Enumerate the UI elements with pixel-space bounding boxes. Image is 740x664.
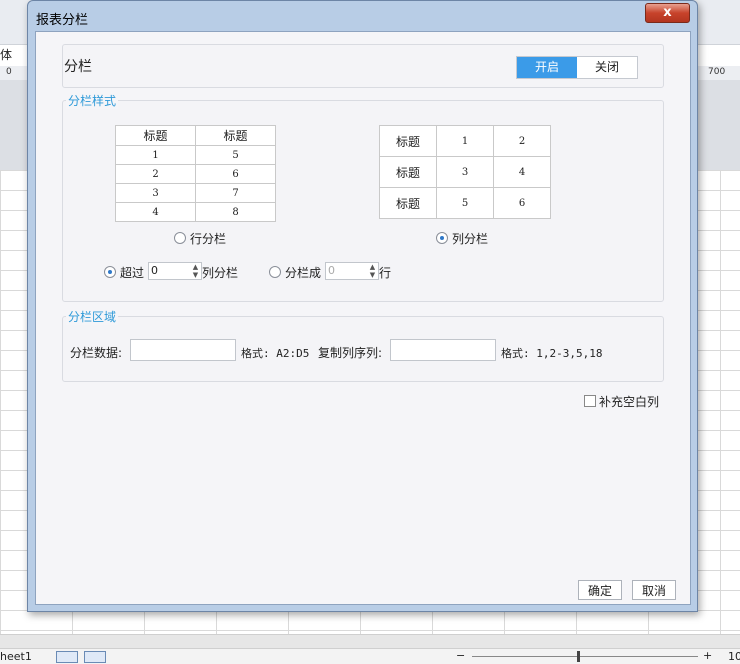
column-break-radio[interactable] — [436, 232, 448, 244]
status-bar: heet1 − + 10 — [0, 648, 740, 664]
stepper-arrows-icon[interactable]: ▲ ▼ — [190, 263, 201, 279]
split-label: 分栏成 — [285, 266, 322, 280]
ruler-label-start: 0 — [6, 67, 12, 77]
exceed-stepper-value: 0 — [151, 264, 158, 277]
preview-header-cell: 标题 — [379, 187, 437, 219]
exceed-label: 超过 — [120, 266, 145, 280]
preview-cell: 2 — [115, 164, 196, 184]
row-break-radio[interactable] — [174, 232, 186, 244]
column-break-preview: 标题 1 2 标题 3 4 标题 5 6 — [379, 125, 551, 219]
preview-header-cell: 标题 — [115, 125, 196, 146]
column-break-label: 分栏 — [64, 59, 92, 75]
preview-cell: 8 — [195, 202, 276, 222]
dialog-titlebar[interactable]: 报表分栏 x — [28, 1, 697, 31]
copy-columns-input[interactable] — [390, 339, 496, 361]
preview-cell: 5 — [436, 187, 494, 219]
exceed-radio[interactable] — [104, 266, 116, 278]
preview-cell: 5 — [195, 145, 276, 165]
preview-header-cell: 标题 — [379, 125, 437, 157]
exceed-stepper[interactable]: 0 ▲ ▼ — [148, 262, 202, 280]
zoom-slider-thumb[interactable] — [577, 651, 580, 662]
ok-button[interactable]: 确定 — [578, 580, 622, 600]
preview-cell: 1 — [115, 145, 196, 165]
toggle-on-button[interactable]: 开启 — [517, 57, 577, 78]
column-break-option-label: 列分栏 — [452, 232, 489, 246]
close-icon: x — [663, 5, 672, 20]
copy-columns-label: 复制列序列: — [318, 346, 383, 360]
zoom-in-button[interactable]: + — [703, 649, 712, 662]
preview-header-cell: 标题 — [195, 125, 276, 146]
row-break-label: 行分栏 — [190, 232, 227, 246]
column-break-toggle: 开启 关闭 — [516, 56, 638, 79]
ruler-label-end: 700 — [708, 67, 726, 77]
close-button[interactable]: x — [645, 3, 690, 23]
split-radio[interactable] — [269, 266, 281, 278]
stepper-arrows-icon[interactable]: ▲ ▼ — [367, 263, 378, 279]
exceed-suffix: 列分栏 — [202, 266, 239, 280]
row-break-preview: 标题 标题 15 26 37 48 — [115, 125, 276, 222]
dialog-body: 分栏 开启 关闭 分栏样式 标题 标题 15 26 37 48 标题 1 2 标… — [35, 31, 691, 605]
column-data-input[interactable] — [130, 339, 236, 361]
sheet-list-icon[interactable] — [84, 651, 106, 663]
add-sheet-icon[interactable] — [56, 651, 78, 663]
preview-cell: 3 — [115, 183, 196, 203]
preview-cell: 4 — [115, 202, 196, 222]
horizontal-scrollbar[interactable] — [0, 634, 740, 649]
style-section-legend: 分栏样式 — [66, 92, 119, 109]
split-stepper[interactable]: 0 ▲ ▼ — [325, 262, 379, 280]
split-suffix: 行 — [379, 266, 392, 280]
zoom-level: 10 — [728, 650, 740, 663]
preview-cell: 6 — [195, 164, 276, 184]
preview-cell: 6 — [493, 187, 551, 219]
column-break-dialog: 报表分栏 x 分栏 开启 关闭 分栏样式 标题 标题 15 26 37 48 标… — [27, 0, 698, 612]
preview-cell: 7 — [195, 183, 276, 203]
fill-blank-checkbox[interactable] — [584, 395, 596, 407]
dialog-title: 报表分栏 — [36, 13, 89, 28]
preview-cell: 2 — [493, 125, 551, 157]
area-section-legend: 分栏区域 — [66, 308, 119, 325]
split-stepper-value: 0 — [328, 264, 335, 277]
font-name-box[interactable]: 体 — [0, 46, 12, 63]
column-data-label: 分栏数据: — [70, 346, 123, 360]
zoom-out-button[interactable]: − — [456, 649, 465, 662]
copy-columns-format: 格式: 1,2-3,5,18 — [501, 347, 603, 360]
cancel-button[interactable]: 取消 — [632, 580, 676, 600]
preview-header-cell: 标题 — [379, 156, 437, 188]
zoom-slider-track[interactable] — [472, 656, 698, 657]
toggle-off-button[interactable]: 关闭 — [577, 57, 637, 78]
sheet-tab[interactable]: heet1 — [0, 650, 32, 663]
preview-cell: 4 — [493, 156, 551, 188]
preview-cell: 1 — [436, 125, 494, 157]
preview-cell: 3 — [436, 156, 494, 188]
fill-blank-label: 补充空白列 — [599, 395, 660, 409]
column-data-format: 格式: A2:D5 — [241, 347, 310, 360]
